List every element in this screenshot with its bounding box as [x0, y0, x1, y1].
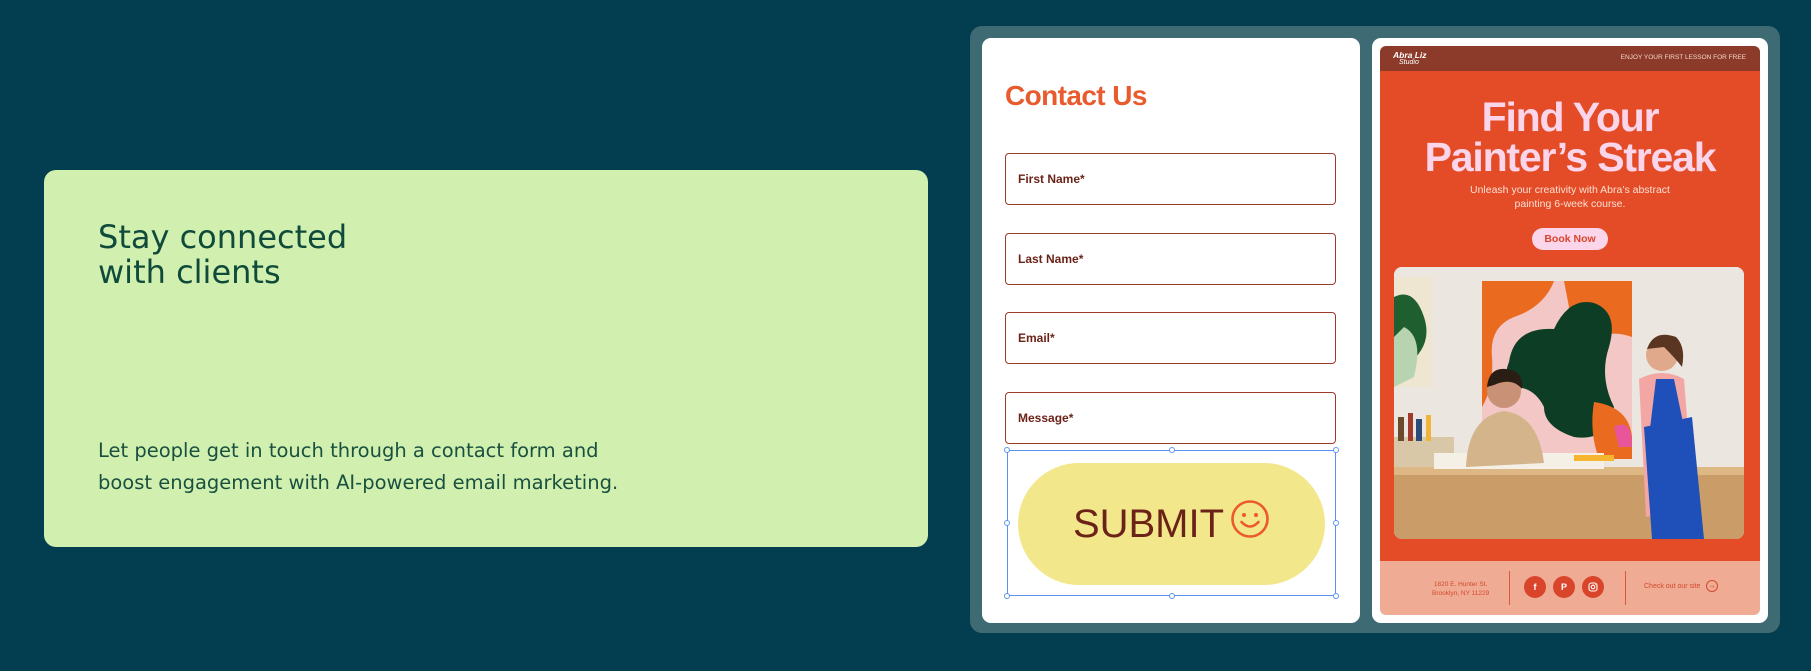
email-topbar: Abra Liz Studio ENJOY YOUR FIRST LESSON … — [1380, 46, 1760, 71]
last-name-label: Last Name* — [1018, 252, 1084, 266]
site-link[interactable]: Check out our site — [1644, 583, 1700, 590]
resize-handle[interactable] — [1169, 447, 1175, 453]
address-line2: Brooklyn, NY 11229 — [1432, 590, 1490, 597]
hero-title-line1: Find Your — [1481, 94, 1660, 140]
submit-button[interactable]: SUBMIT — [1018, 463, 1325, 585]
brand-logo: Abra Liz Studio — [1393, 51, 1427, 67]
topbar-promo: ENJOY YOUR FIRST LESSON FOR FREE — [1620, 54, 1746, 61]
message-label: Message* — [1018, 411, 1074, 425]
smiley-icon — [1230, 499, 1270, 549]
resize-handle[interactable] — [1004, 593, 1010, 599]
message-field[interactable]: Message* — [1005, 392, 1336, 444]
hero-title: Find Your Painter’s Streak — [1380, 94, 1760, 180]
email-footer: 1820 E. Hunter St. Brooklyn, NY 11229 f … — [1380, 561, 1760, 615]
email-hero: Find Your Painter’s Streak Unleash your … — [1380, 71, 1760, 561]
first-name-label: First Name* — [1018, 172, 1085, 186]
feature-title: Stay connected with clients — [98, 218, 348, 291]
brand-name: Abra Liz — [1393, 50, 1427, 60]
pinterest-icon[interactable]: P — [1553, 576, 1575, 598]
submit-label: SUBMIT — [1072, 501, 1225, 546]
facebook-icon[interactable]: f — [1524, 576, 1546, 598]
brand-subname: Studio — [1399, 59, 1419, 66]
selection-box: SUBMIT — [1004, 447, 1339, 599]
email-preview-panel: Abra Liz Studio ENJOY YOUR FIRST LESSON … — [1372, 38, 1768, 623]
last-name-field[interactable]: Last Name* — [1005, 233, 1336, 285]
divider — [1625, 571, 1626, 605]
showcase-frame: Contact Us First Name* Last Name* Email*… — [970, 26, 1780, 633]
feature-card: Stay connected with clients Let people g… — [44, 170, 928, 547]
feature-description: Let people get in touch through a contac… — [98, 439, 619, 494]
book-now-button[interactable]: Book Now — [1532, 228, 1608, 250]
divider — [1509, 571, 1510, 605]
instagram-icon[interactable] — [1582, 576, 1604, 598]
resize-handle[interactable] — [1004, 520, 1010, 526]
hero-subtitle: Unleash your creativity with Abra’s abst… — [1470, 184, 1670, 210]
painting-photo — [1394, 267, 1744, 539]
email-field[interactable]: Email* — [1005, 312, 1336, 364]
resize-handle[interactable] — [1333, 520, 1339, 526]
resize-handle[interactable] — [1169, 593, 1175, 599]
email-label: Email* — [1018, 331, 1055, 345]
form-title: Contact Us — [1005, 80, 1147, 111]
resize-handle[interactable] — [1004, 447, 1010, 453]
first-name-field[interactable]: First Name* — [1005, 153, 1336, 205]
arrow-right-icon[interactable]: → — [1706, 580, 1718, 592]
address: 1820 E. Hunter St. Brooklyn, NY 11229 — [1432, 580, 1489, 598]
resize-handle[interactable] — [1333, 593, 1339, 599]
address-line1: 1820 E. Hunter St. — [1433, 581, 1488, 588]
contact-form-panel: Contact Us First Name* Last Name* Email*… — [982, 38, 1360, 623]
hero-title-line2: Painter’s Streak — [1424, 134, 1717, 180]
resize-handle[interactable] — [1333, 447, 1339, 453]
